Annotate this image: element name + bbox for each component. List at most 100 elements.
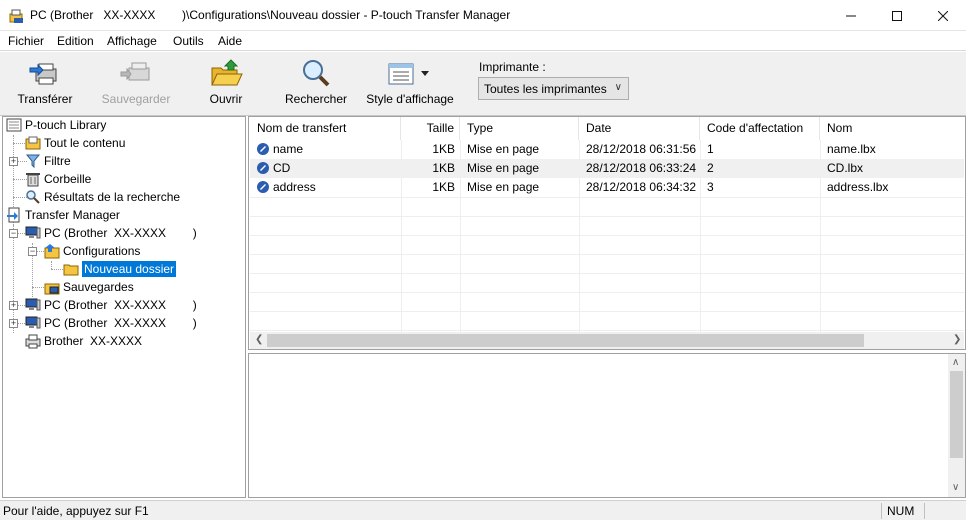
- computer-icon: [25, 316, 41, 329]
- row-date: 28/12/2018 06:34:32: [586, 180, 697, 194]
- trash-icon: [26, 173, 40, 187]
- vertical-scrollbar[interactable]: ∧ ∨: [948, 354, 965, 497]
- close-button[interactable]: [920, 0, 966, 31]
- open-button[interactable]: Ouvrir: [200, 56, 252, 112]
- view-style-icon: [388, 63, 429, 85]
- transfer-printer-icon: [29, 63, 57, 85]
- list-row[interactable]: CD 1KB Mise en page 28/12/2018 06:33:24 …: [250, 159, 964, 178]
- printer-dropdown-value: Toutes les imprimantes: [484, 82, 607, 96]
- tree-item-transfer-manager[interactable]: Transfer Manager: [6, 206, 120, 224]
- tree-item-backups[interactable]: Sauvegardes: [44, 278, 134, 296]
- tree-item-configurations[interactable]: Configurations: [44, 242, 140, 260]
- menu-bar: Fichier Edition Affichage Outils Aide: [0, 31, 966, 51]
- view-style-button[interactable]: Style d'affichage: [362, 56, 458, 112]
- row-code: 3: [707, 180, 714, 194]
- pc1-collapse-toggle[interactable]: −: [9, 229, 18, 238]
- column-header-file[interactable]: Nom: [820, 117, 964, 140]
- transfer-manager-icon: [7, 207, 20, 223]
- scroll-down-icon[interactable]: ∨: [952, 482, 959, 493]
- transfer-list[interactable]: Nom de transfert Taille Type Date Code d…: [248, 116, 966, 350]
- magnifier-icon: [303, 60, 330, 87]
- tree-label-pc3: PC (Brother XX-XXXX ): [44, 316, 197, 330]
- tree-item-new-folder[interactable]: Nouveau dossier: [63, 260, 177, 278]
- row-date: 28/12/2018 06:33:24: [586, 161, 697, 175]
- open-label: Ouvrir: [209, 92, 243, 106]
- status-bar: Pour l'aide, appuyez sur F1 NUM: [0, 500, 966, 520]
- filter-expand-toggle[interactable]: +: [9, 157, 18, 166]
- printer-dropdown[interactable]: Toutes les imprimantes ∨: [478, 77, 629, 100]
- status-num-indicator: NUM: [881, 503, 925, 519]
- configurations-icon: [44, 244, 60, 259]
- list-row[interactable]: address 1KB Mise en page 28/12/2018 06:3…: [250, 178, 964, 197]
- column-header-size[interactable]: Taille: [401, 117, 460, 140]
- transfer-label: Transférer: [17, 92, 73, 106]
- list-row[interactable]: name 1KB Mise en page 28/12/2018 06:31:5…: [250, 140, 964, 159]
- tree-item-search-results[interactable]: Résultats de la recherche: [25, 188, 180, 206]
- preview-pane: ∧ ∨: [248, 353, 966, 498]
- pc2-expand-toggle[interactable]: +: [9, 301, 18, 310]
- scroll-up-icon[interactable]: ∧: [952, 357, 959, 368]
- vertical-scroll-thumb[interactable]: [950, 371, 963, 458]
- backup-printer-icon: [120, 62, 150, 81]
- row-file: name.lbx: [827, 142, 876, 156]
- tree-item-pc2[interactable]: PC (Brother XX-XXXX ): [25, 296, 197, 314]
- menu-outils[interactable]: Outils: [173, 34, 204, 48]
- tree-item-pc3[interactable]: PC (Brother XX-XXXX ): [25, 314, 197, 332]
- transfer-button[interactable]: Transférer: [12, 56, 78, 112]
- scroll-right-icon[interactable]: ❯: [953, 334, 961, 345]
- row-name: CD: [273, 161, 291, 175]
- backup-button[interactable]: Sauvegarder: [98, 56, 174, 112]
- maximize-button[interactable]: [874, 0, 920, 31]
- tree-item-all-contents[interactable]: Tout le contenu: [25, 134, 125, 152]
- tree-label-filter: Filtre: [44, 154, 71, 168]
- column-header-code[interactable]: Code d'affectation: [700, 117, 820, 140]
- scroll-left-icon[interactable]: ❮: [255, 334, 263, 345]
- row-date: 28/12/2018 06:31:56: [586, 142, 697, 156]
- tree-label-all-contents: Tout le contenu: [44, 136, 126, 150]
- tree-label-transfer-manager: Transfer Manager: [25, 208, 120, 222]
- row-code: 2: [707, 161, 714, 175]
- close-icon: [938, 10, 948, 21]
- tree-item-printer[interactable]: Brother XX-XXXX: [25, 332, 142, 350]
- column-header-date[interactable]: Date: [579, 117, 700, 140]
- chevron-down-icon: ∨: [614, 82, 622, 93]
- tree-label-trash: Corbeille: [44, 172, 92, 186]
- search-button[interactable]: Rechercher: [282, 56, 350, 112]
- menu-fichier[interactable]: Fichier: [8, 34, 44, 48]
- menu-edition[interactable]: Edition: [57, 34, 94, 48]
- tree-item-library[interactable]: P-touch Library: [6, 116, 106, 134]
- row-type: Mise en page: [467, 180, 540, 194]
- pc3-expand-toggle[interactable]: +: [9, 319, 18, 328]
- layout-file-icon: [257, 181, 269, 193]
- tree-label-configurations: Configurations: [63, 244, 141, 258]
- row-name: address: [273, 180, 316, 194]
- tree-label-search-results: Résultats de la recherche: [44, 190, 181, 204]
- status-help-text: Pour l'aide, appuyez sur F1: [3, 504, 149, 518]
- computer-icon: [25, 226, 41, 239]
- menu-affichage[interactable]: Affichage: [107, 34, 157, 48]
- tree-label-pc1: PC (Brother XX-XXXX ): [44, 226, 197, 240]
- row-type: Mise en page: [467, 161, 540, 175]
- folder-tree[interactable]: P-touch Library Tout le contenu + Filtre…: [2, 116, 246, 498]
- tree-item-trash[interactable]: Corbeille: [25, 170, 91, 188]
- horizontal-scroll-thumb[interactable]: [267, 334, 864, 347]
- title-bar: PC (Brother XX-XXXX )\Configurations\Nou…: [0, 0, 966, 31]
- horizontal-scrollbar[interactable]: ❮ ❯: [250, 332, 964, 349]
- tree-label-library: P-touch Library: [25, 118, 107, 132]
- layout-file-icon: [257, 143, 269, 155]
- tree-item-pc1[interactable]: PC (Brother XX-XXXX ): [25, 224, 197, 242]
- tree-label-backups: Sauvegardes: [63, 280, 134, 294]
- menu-aide[interactable]: Aide: [218, 34, 242, 48]
- minimize-icon: [846, 15, 856, 16]
- configurations-collapse-toggle[interactable]: −: [28, 247, 37, 256]
- maximize-icon: [892, 10, 902, 21]
- app-icon: [9, 9, 23, 23]
- layout-file-icon: [257, 162, 269, 174]
- tree-item-filter[interactable]: Filtre: [25, 152, 71, 170]
- computer-icon: [25, 298, 41, 311]
- column-header-type[interactable]: Type: [460, 117, 579, 140]
- folder-contents-icon: [25, 136, 41, 150]
- minimize-button[interactable]: [828, 0, 874, 31]
- column-header-name[interactable]: Nom de transfert: [250, 117, 401, 140]
- view-style-label: Style d'affichage: [366, 92, 454, 106]
